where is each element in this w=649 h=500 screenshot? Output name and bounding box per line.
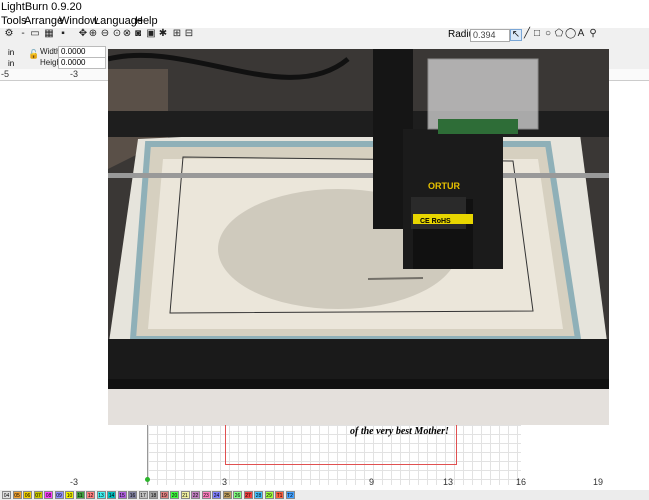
palette-swatch[interactable]: 12 bbox=[86, 491, 95, 499]
rectangle-icon[interactable]: □ bbox=[532, 29, 542, 39]
lock-icon[interactable]: 🔓 bbox=[28, 49, 39, 59]
palette-swatch[interactable]: 29 bbox=[264, 491, 274, 499]
line-edit-icon[interactable]: ╱ bbox=[522, 29, 532, 39]
dash-icon[interactable]: - bbox=[18, 29, 28, 39]
palette-swatch[interactable]: 04 bbox=[2, 491, 11, 499]
menu-bar: Tools Arrange Window Language Help bbox=[0, 14, 649, 28]
zoom-fit-icon[interactable]: ⊙ bbox=[112, 29, 122, 39]
main-toolbar: ⚙ - ▭ ▦ ▪ ✥ ⊕ ⊖ ⊙ ⊗ ◙ ▣ ✱ ⊞ ⊟ Radius: 0.… bbox=[0, 28, 649, 44]
axis-tick: 9 bbox=[369, 477, 375, 487]
palette-swatch[interactable]: 05 bbox=[12, 491, 22, 499]
palette-swatch[interactable]: 07 bbox=[33, 491, 43, 499]
zoom-in-icon[interactable]: ⊕ bbox=[88, 29, 98, 39]
laser-engraver-photo: ORTUR CE RoHS bbox=[108, 49, 609, 425]
palette-swatch[interactable]: 19 bbox=[159, 491, 169, 499]
palette-swatch[interactable]: 11 bbox=[75, 491, 85, 499]
text-icon[interactable]: A bbox=[576, 29, 586, 39]
palette-swatch[interactable]: 20 bbox=[170, 491, 179, 499]
menu-help[interactable]: Help bbox=[135, 15, 158, 27]
palette-swatch[interactable]: 14 bbox=[107, 491, 116, 499]
select-arrow-icon[interactable]: ↖ bbox=[510, 29, 522, 41]
move-icon[interactable]: ✥ bbox=[78, 29, 88, 39]
palette-swatch[interactable]: 21 bbox=[180, 491, 190, 499]
menu-window[interactable]: Window bbox=[59, 15, 98, 27]
palette-swatch[interactable]: 24 bbox=[212, 491, 221, 499]
circle-icon[interactable]: ◯ bbox=[565, 29, 576, 39]
engraver-photo-drawing: ORTUR CE RoHS bbox=[108, 49, 609, 425]
axis-tick: 19 bbox=[593, 477, 604, 487]
palette-swatch[interactable]: 17 bbox=[138, 491, 148, 499]
ruler-tick: -3 bbox=[70, 69, 79, 79]
grid-icon[interactable]: ▦ bbox=[44, 29, 54, 39]
monitor-icon[interactable]: ▣ bbox=[146, 29, 156, 39]
zoom-page-icon[interactable]: ⊗ bbox=[122, 29, 132, 39]
save-icon[interactable]: ▪ bbox=[58, 29, 68, 39]
palette-swatch[interactable]: 06 bbox=[23, 491, 32, 499]
polygon-icon[interactable]: ⬠ bbox=[554, 29, 564, 39]
height-field[interactable]: 0.0000 bbox=[58, 57, 106, 69]
gear-icon[interactable]: ⚙ bbox=[4, 29, 14, 39]
svg-text:CE RoHS: CE RoHS bbox=[420, 218, 451, 225]
axis-tick: 16 bbox=[516, 477, 527, 487]
palette-swatch[interactable]: T2 bbox=[285, 491, 295, 499]
palette-swatch[interactable]: 13 bbox=[96, 491, 106, 499]
unit-label: in bbox=[8, 48, 15, 57]
title-bar: LightBurn 0.9.20 bbox=[0, 0, 649, 14]
unit-label: in bbox=[8, 59, 15, 68]
ruler-tick: -5 bbox=[1, 69, 10, 79]
menu-tools[interactable]: Tools bbox=[1, 15, 27, 27]
palette-swatch[interactable]: 22 bbox=[191, 491, 200, 499]
axis-tick: 13 bbox=[443, 477, 454, 487]
palette-swatch[interactable]: 25 bbox=[222, 491, 232, 499]
tools-icon[interactable]: ✱ bbox=[158, 29, 168, 39]
palette-swatch[interactable]: 28 bbox=[254, 491, 263, 499]
origin-marker bbox=[145, 477, 150, 482]
axis-tick: -3 bbox=[70, 477, 79, 487]
palette-swatch[interactable]: 08 bbox=[44, 491, 53, 499]
app-title: LightBurn 0.9.20 bbox=[1, 1, 82, 13]
zoom-out-icon[interactable]: ⊖ bbox=[100, 29, 110, 39]
window-icon[interactable]: ▭ bbox=[30, 29, 40, 39]
radius-input[interactable]: 0.394 bbox=[470, 29, 510, 42]
palette-swatch[interactable]: 23 bbox=[201, 491, 211, 499]
palette-swatch[interactable]: 16 bbox=[128, 491, 137, 499]
palette-swatch[interactable]: 10 bbox=[65, 491, 74, 499]
palette-swatch[interactable]: 27 bbox=[243, 491, 253, 499]
menu-arrange[interactable]: Arrange bbox=[24, 15, 63, 27]
ungroup-icon[interactable]: ⊟ bbox=[184, 29, 194, 39]
ellipse-icon[interactable]: ○ bbox=[543, 29, 553, 39]
palette-swatch[interactable]: 26 bbox=[233, 491, 242, 499]
position-pin-icon[interactable]: ⚲ bbox=[588, 29, 598, 39]
svg-text:ORTUR: ORTUR bbox=[428, 181, 460, 191]
palette-swatch[interactable]: 18 bbox=[149, 491, 158, 499]
palette-swatch[interactable]: 15 bbox=[117, 491, 127, 499]
camera-icon[interactable]: ◙ bbox=[133, 29, 143, 39]
group-icon[interactable]: ⊞ bbox=[172, 29, 182, 39]
palette-swatch[interactable]: T1 bbox=[275, 491, 284, 499]
palette-swatch[interactable]: 09 bbox=[54, 491, 64, 499]
engraving-text[interactable]: of the very best Mother! bbox=[350, 426, 449, 437]
color-palette: 04 05 06 07 08 09 10 11 12 13 14 15 16 17 18 19 20 21 22 23… bbox=[0, 490, 649, 500]
axis-tick: 3 bbox=[222, 477, 228, 487]
